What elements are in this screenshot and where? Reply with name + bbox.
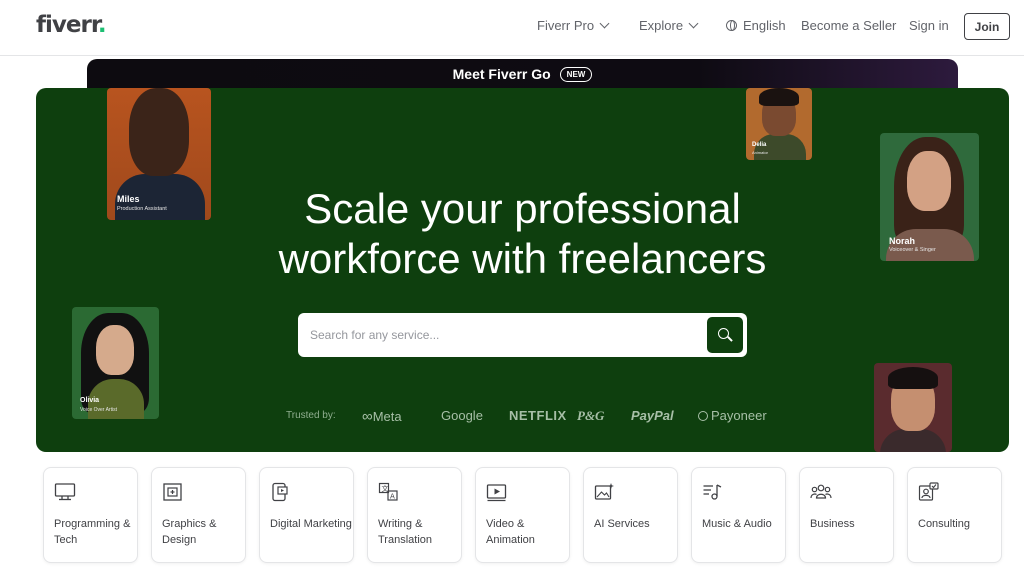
- category-label: Digital Marketing: [270, 518, 352, 530]
- portrait-name: Delia: [752, 142, 767, 148]
- category-card-digital-marketing[interactable]: Digital Marketing: [259, 467, 354, 563]
- consulting-icon: [918, 482, 939, 501]
- promo-text: Meet Fiverr Go: [452, 66, 551, 82]
- chevron-down-icon: [599, 18, 610, 29]
- search-input[interactable]: [298, 313, 703, 357]
- portrait-hair: [759, 88, 799, 106]
- phone-marketing-icon: [272, 482, 288, 502]
- freelancer-portrait: [874, 363, 952, 452]
- nav-fiverr-pro[interactable]: Fiverr Pro: [537, 18, 610, 33]
- globe-icon: [726, 20, 737, 31]
- hero-title: Scale your professional workforce with f…: [36, 184, 1009, 284]
- hero-title-line-1: Scale your professional: [304, 185, 741, 232]
- search-bar: [298, 313, 747, 357]
- nav-fiverr-pro-label: Fiverr Pro: [537, 18, 595, 33]
- payoneer-ring-icon: [698, 411, 708, 421]
- category-label: Business: [810, 518, 855, 530]
- category-label: Music & Audio: [702, 518, 772, 530]
- brand-logo-netflix: NETFLIX: [509, 408, 567, 423]
- join-button[interactable]: Join: [964, 13, 1010, 40]
- category-label: Consulting: [918, 518, 970, 530]
- category-card-music-audio[interactable]: Music & Audio: [691, 467, 786, 563]
- portrait-hair: [888, 367, 938, 389]
- svg-text:文: 文: [382, 484, 389, 493]
- monitor-icon: [54, 483, 76, 501]
- portrait-face: [129, 88, 189, 176]
- promo-banner-fiverr-go[interactable]: Meet Fiverr Go NEW: [87, 59, 958, 89]
- freelancer-portrait-olivia: Olivia Voice Over Artist: [72, 307, 159, 419]
- nav-explore[interactable]: Explore: [639, 18, 699, 33]
- fiverr-logo[interactable]: fiverr.: [36, 12, 107, 38]
- nav-explore-label: Explore: [639, 18, 684, 33]
- brand-logo-meta: ∞Meta: [362, 408, 402, 425]
- chevron-down-icon: [688, 18, 699, 29]
- nav-sign-in[interactable]: Sign in: [909, 18, 949, 33]
- brand-logo-payoneer: Payoneer: [698, 408, 767, 423]
- brand-logo-paypal: PayPal: [631, 408, 674, 423]
- category-label: Graphics & Design: [162, 518, 217, 546]
- design-frame-icon: [163, 483, 182, 501]
- translation-icon: 文 A: [378, 482, 398, 501]
- category-label: Writing & Translation: [378, 518, 433, 546]
- brand-logo-pg: P&G: [577, 408, 605, 423]
- category-card-graphics-design[interactable]: Graphics & Design: [151, 467, 246, 563]
- people-icon: [810, 484, 832, 499]
- nav-language-label: English: [743, 18, 786, 33]
- portrait-name: Olivia: [80, 397, 100, 404]
- portrait-role: Animator: [752, 150, 769, 155]
- search-icon: [718, 328, 729, 339]
- svg-text:A: A: [390, 493, 395, 501]
- category-card-consulting[interactable]: Consulting: [907, 467, 1002, 563]
- meta-infinity-icon: ∞: [362, 408, 373, 425]
- category-card-business[interactable]: Business: [799, 467, 894, 563]
- portrait-body: [880, 429, 946, 452]
- category-card-ai-services[interactable]: AI Services: [583, 467, 678, 563]
- category-label: Video & Animation: [486, 518, 535, 546]
- nav-become-seller[interactable]: Become a Seller: [801, 18, 896, 33]
- hero-title-line-2: workforce with freelancers: [278, 235, 767, 282]
- freelancer-portrait-delia: Delia Animator: [746, 88, 812, 160]
- search-button[interactable]: [707, 317, 743, 353]
- portrait-face: [96, 325, 134, 375]
- portrait-role: Voice Over Artist: [80, 407, 117, 413]
- new-badge: NEW: [559, 66, 593, 82]
- music-icon: [703, 484, 722, 500]
- category-label: AI Services: [594, 518, 650, 530]
- category-label: Programming & Tech: [54, 518, 131, 546]
- trusted-by-label: Trusted by:: [286, 410, 336, 421]
- video-icon: [486, 484, 507, 502]
- category-card-video-animation[interactable]: Video & Animation: [475, 467, 570, 563]
- brand-logo-google: Google: [441, 408, 483, 423]
- nav-language[interactable]: English: [726, 18, 786, 33]
- category-card-programming-tech[interactable]: Programming & Tech: [43, 467, 138, 563]
- top-header: fiverr. Fiverr Pro Explore English Becom…: [0, 0, 1024, 56]
- ai-image-icon: [594, 483, 614, 500]
- hero-section: Miles Production Assistant Delia Animato…: [36, 88, 1009, 452]
- category-card-writing-translation[interactable]: 文 A Writing & Translation: [367, 467, 462, 563]
